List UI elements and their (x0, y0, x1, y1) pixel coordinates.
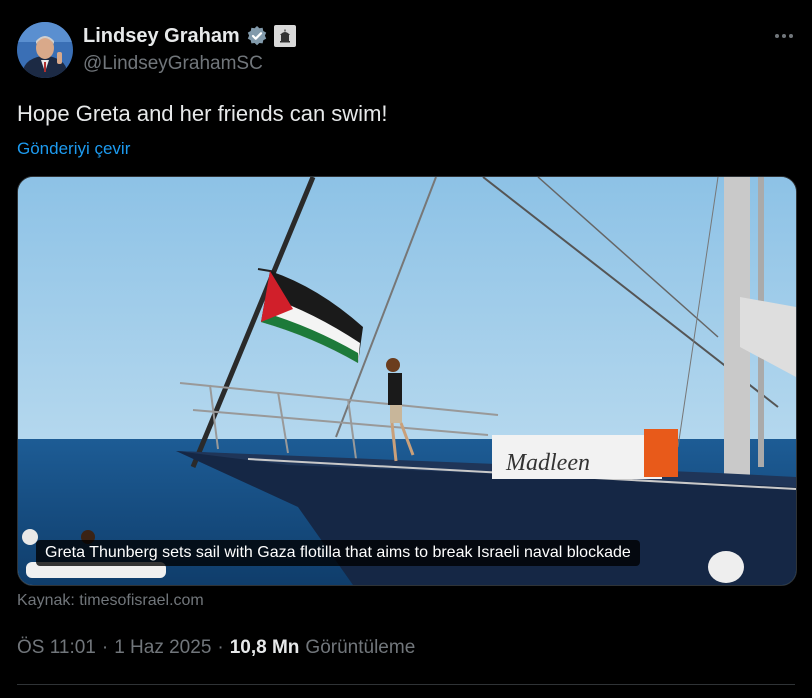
boat-name-text: Madleen (505, 450, 590, 476)
verified-badge-icon[interactable] (246, 25, 268, 47)
translate-post-link[interactable]: Gönderiyi çevir (17, 139, 130, 159)
avatar[interactable] (17, 22, 73, 78)
views-count: 10,8 Mn (229, 637, 300, 658)
avatar-image (17, 22, 73, 78)
media-caption: Greta Thunberg sets sail with Gaza floti… (36, 540, 640, 566)
tweet-metadata: ÖS 11:01 · 1 Haz 2025 · 10,8 Mn Görüntül… (17, 637, 415, 659)
separator: · (101, 637, 109, 658)
author-handle[interactable]: @LindseyGrahamSC (83, 53, 263, 75)
author-name[interactable]: Lindsey Graham (83, 25, 240, 48)
separator: · (217, 637, 224, 658)
government-building-icon[interactable] (273, 25, 296, 47)
tweet-text: Hope Greta and her friends can swim! (17, 101, 388, 126)
media-card[interactable]: Madleen Greta Thunberg sets sail with Ga… (17, 176, 797, 586)
divider (17, 684, 795, 685)
source-link[interactable]: Kaynak: timesofisrael.com (17, 592, 204, 610)
dot-icon (789, 34, 793, 38)
boat-photo: Madleen (18, 177, 796, 585)
author-name-row: Lindsey Graham (83, 23, 296, 49)
more-options-icon[interactable] (768, 24, 800, 48)
views-label: Görüntüleme (305, 637, 416, 658)
dot-icon (775, 34, 779, 38)
dot-icon (782, 34, 786, 38)
post-time[interactable]: ÖS 11:01 (17, 637, 96, 659)
post-date[interactable]: 1 Haz 2025 (114, 637, 211, 659)
